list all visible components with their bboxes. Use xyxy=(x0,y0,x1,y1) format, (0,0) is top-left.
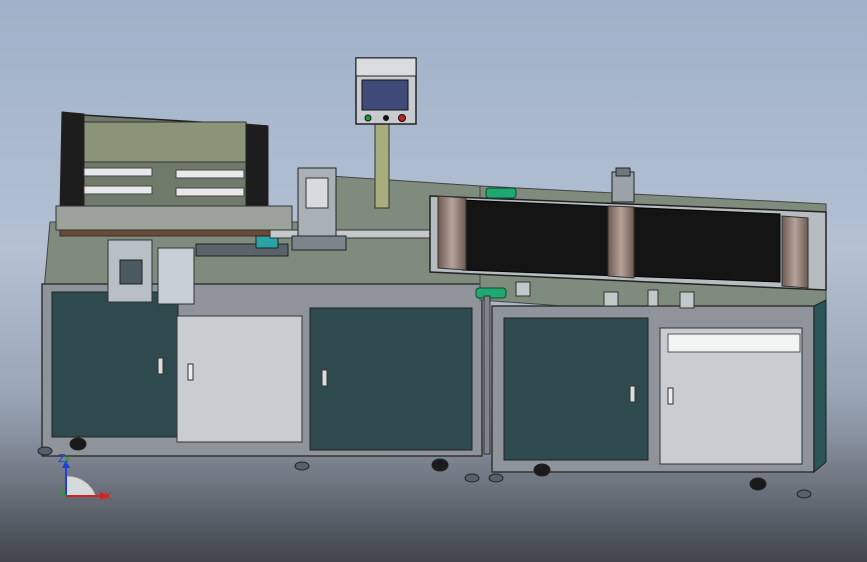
left-cabinet-door-handle-3 xyxy=(321,369,328,387)
green-handle-bottom xyxy=(475,287,507,299)
green-handle-top xyxy=(485,187,517,199)
loader-slot-3 xyxy=(83,185,153,195)
left-cabinet-door-2 xyxy=(176,315,303,443)
loader-slot-1 xyxy=(83,167,153,177)
hmi-housing-top xyxy=(355,57,417,77)
loader-frame-right-post xyxy=(245,123,269,217)
conveyor-roller-left xyxy=(437,195,467,271)
support-post xyxy=(483,295,491,455)
axis-y-label: Y xyxy=(63,454,71,467)
press-unit-base xyxy=(291,235,347,251)
right-cabinet-door-handle-2 xyxy=(667,387,674,405)
loader-frame xyxy=(55,111,293,237)
loader-frame-panel xyxy=(83,121,247,163)
right-cabinet-window xyxy=(667,333,801,353)
hmi-button-green xyxy=(364,114,372,122)
right-cabinet-door-1 xyxy=(503,317,649,461)
conveyor-roller-middle xyxy=(607,205,635,279)
left-cabinet-door-handle-1 xyxy=(157,357,164,375)
machine-cad-render: X Z Y xyxy=(0,57,867,562)
conveyor-roller-right xyxy=(781,215,809,289)
gripper-assembly-2 xyxy=(157,247,195,305)
right-cabinet-door-handle-1 xyxy=(629,385,636,403)
loader-base-rail xyxy=(55,205,293,231)
hmi-button-black xyxy=(383,115,389,121)
hmi-pole xyxy=(374,119,390,209)
hmi-button-red xyxy=(398,114,406,122)
gripper-block xyxy=(119,259,143,285)
loader-brown-rail xyxy=(59,229,281,237)
press-unit-head xyxy=(305,177,329,209)
axis-x-label: X xyxy=(104,490,112,503)
conveyor-motor-cap xyxy=(615,167,631,177)
hmi-screen xyxy=(361,79,409,111)
loader-frame-left-post xyxy=(59,111,85,211)
right-cabinet-side xyxy=(813,299,827,474)
loader-slot-4 xyxy=(175,187,245,197)
loader-slot-2 xyxy=(175,169,245,179)
left-cabinet-door-handle-2 xyxy=(187,363,194,381)
left-cabinet-door-3 xyxy=(309,307,473,451)
